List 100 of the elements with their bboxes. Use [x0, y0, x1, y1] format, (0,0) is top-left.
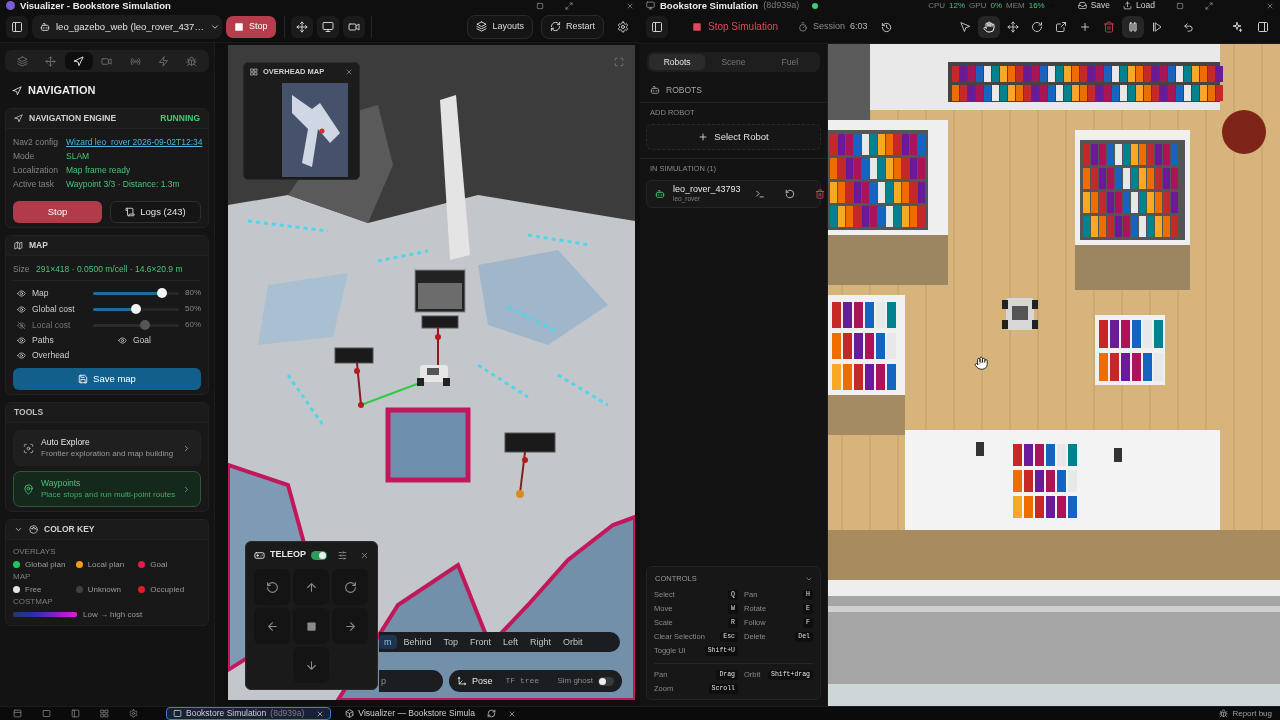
tf-tree-button[interactable]: TF tree: [505, 676, 540, 686]
bug-icon: [186, 55, 198, 67]
opacity-slider[interactable]: [93, 304, 179, 314]
robot-icon: [40, 21, 50, 32]
visibility-toggle[interactable]: Goal: [114, 333, 201, 348]
layout-icon[interactable]: [13, 709, 22, 718]
chevron-down-icon[interactable]: [805, 575, 813, 583]
report-bug-button[interactable]: Report bug: [1219, 708, 1272, 719]
monitor-icon: [646, 1, 655, 10]
sidebar-toggle-button[interactable]: [6, 15, 28, 38]
chevron-down-icon[interactable]: [14, 525, 23, 534]
sidebar-toggle-button[interactable]: [646, 16, 668, 38]
save-button[interactable]: Save: [1077, 0, 1111, 11]
ghost-switch[interactable]: [598, 676, 614, 686]
camera-preview: [414, 269, 466, 313]
view-mode-tab[interactable]: Left: [498, 634, 524, 650]
close-icon[interactable]: [507, 709, 516, 718]
select-robot-button[interactable]: Select Robot: [646, 123, 821, 150]
tool-description: Place stops and run multi-point routes: [41, 490, 176, 500]
pan-tool-button[interactable]: [977, 16, 1000, 38]
grid-icon[interactable]: [100, 709, 109, 718]
close-button[interactable]: [360, 550, 369, 560]
view-mode-tab[interactable]: Behind: [398, 634, 437, 650]
slider-thumb[interactable]: [131, 304, 141, 314]
view-mode-tab[interactable]: Right: [525, 634, 557, 650]
camera-button[interactable]: [342, 15, 365, 38]
restore-window-icon[interactable]: [536, 1, 544, 10]
waypoint-marker: [334, 347, 374, 408]
close-icon[interactable]: [316, 709, 325, 718]
source-dropdown[interactable]: leo_gazebo_web (leo_rover_437…: [32, 14, 222, 39]
legend-label: Free: [25, 584, 42, 595]
fullscreen-icon[interactable]: [1205, 1, 1213, 10]
window-tab[interactable]: Bookstore Simulation (8d939a): [166, 707, 332, 720]
fullscreen-icon[interactable]: [565, 1, 573, 10]
view-mode-tab[interactable]: Top: [438, 634, 464, 650]
refresh-icon: [486, 709, 496, 718]
sidebar-tab[interactable]: Fuel: [761, 54, 818, 70]
visibility-toggle[interactable]: Overhead: [13, 348, 114, 363]
window-tab[interactable]: Visualizer — Bookstore Simula: [339, 707, 522, 720]
monitor-button[interactable]: [316, 15, 339, 38]
visibility-toggle[interactable]: Paths: [13, 333, 114, 348]
scan-icon: [23, 442, 34, 454]
opacity-slider[interactable]: [93, 320, 179, 330]
slider-thumb[interactable]: [156, 288, 167, 298]
field-label: Nav2 config: [13, 136, 59, 148]
slider-thumb[interactable]: [139, 320, 150, 330]
restart-button[interactable]: Restart: [541, 14, 604, 39]
search-field[interactable]: p: [379, 670, 443, 692]
robot-name: leo_rover_43793: [673, 183, 741, 196]
stop-simulation-button[interactable]: Stop Simulation: [692, 21, 779, 33]
tool-card[interactable]: Waypoints Place stops and run multi-point routes: [13, 471, 201, 507]
pause-button[interactable]: [1121, 16, 1144, 38]
config-link[interactable]: Wizard leo_rover 2026-09-02T12:34: [66, 136, 203, 148]
restore-window-icon[interactable]: [1176, 1, 1184, 10]
eye-icon: [17, 351, 26, 360]
eye-icon: [17, 336, 26, 345]
tool-card[interactable]: Auto Explore Frontier exploration and map building: [13, 430, 201, 466]
navigation-arrow-icon: [73, 55, 85, 67]
load-button[interactable]: Load: [1123, 0, 1155, 11]
sidebar-tab[interactable]: Scene: [705, 54, 762, 70]
percent-value: 50%: [185, 304, 201, 314]
logs-button[interactable]: Logs (243): [110, 201, 201, 223]
stop-button[interactable]: Stop: [226, 15, 276, 38]
eye-off-icon[interactable]: [17, 320, 26, 330]
save-map-button[interactable]: Save map: [13, 368, 201, 390]
field-value: Waypoint 3/3 · Distance: 1.3m: [66, 178, 180, 190]
layouts-button[interactable]: Layouts: [467, 14, 533, 39]
rotate-right-button[interactable]: [332, 569, 368, 605]
panel-title: TELEOP: [270, 549, 306, 561]
view-mode-tab[interactable]: Orbit: [558, 634, 588, 650]
stats-dropdown[interactable]: CPU 12% GPU 0% MEM 16%: [928, 0, 1057, 11]
layer-label: Map: [32, 287, 50, 299]
sidebar-tab[interactable]: Robots: [649, 54, 706, 70]
stop-square-icon: [305, 620, 317, 632]
stop-button[interactable]: [293, 608, 329, 644]
legend-label: Goal: [150, 559, 168, 570]
eye-icon[interactable]: [17, 304, 26, 314]
legend-label: Global plan: [25, 559, 66, 570]
panel-icon[interactable]: [71, 709, 80, 718]
rotate-left-button[interactable]: [254, 569, 290, 605]
teleop-switch[interactable]: [311, 550, 327, 560]
eye-icon[interactable]: [17, 288, 26, 298]
pose-button[interactable]: Pose: [457, 675, 493, 687]
view-mode-tab[interactable]: m: [379, 634, 397, 650]
stop-button[interactable]: Stop: [13, 201, 102, 223]
upload-icon: [1123, 1, 1133, 10]
stop-square-icon: [234, 21, 244, 32]
settings-icon[interactable]: [129, 709, 138, 718]
square-icon[interactable]: [42, 709, 51, 718]
chevron-right-icon: [182, 443, 191, 453]
timer-icon: [798, 22, 809, 32]
close-icon[interactable]: [626, 1, 634, 10]
view-mode-tab[interactable]: Front: [465, 634, 497, 650]
close-icon[interactable]: [1266, 1, 1274, 10]
close-button[interactable]: [345, 68, 353, 76]
trash-icon: [1102, 21, 1115, 33]
move-button[interactable]: [290, 15, 313, 38]
navigation-tab[interactable]: [64, 52, 93, 70]
settings-button[interactable]: [338, 550, 347, 560]
opacity-slider[interactable]: [93, 288, 179, 298]
